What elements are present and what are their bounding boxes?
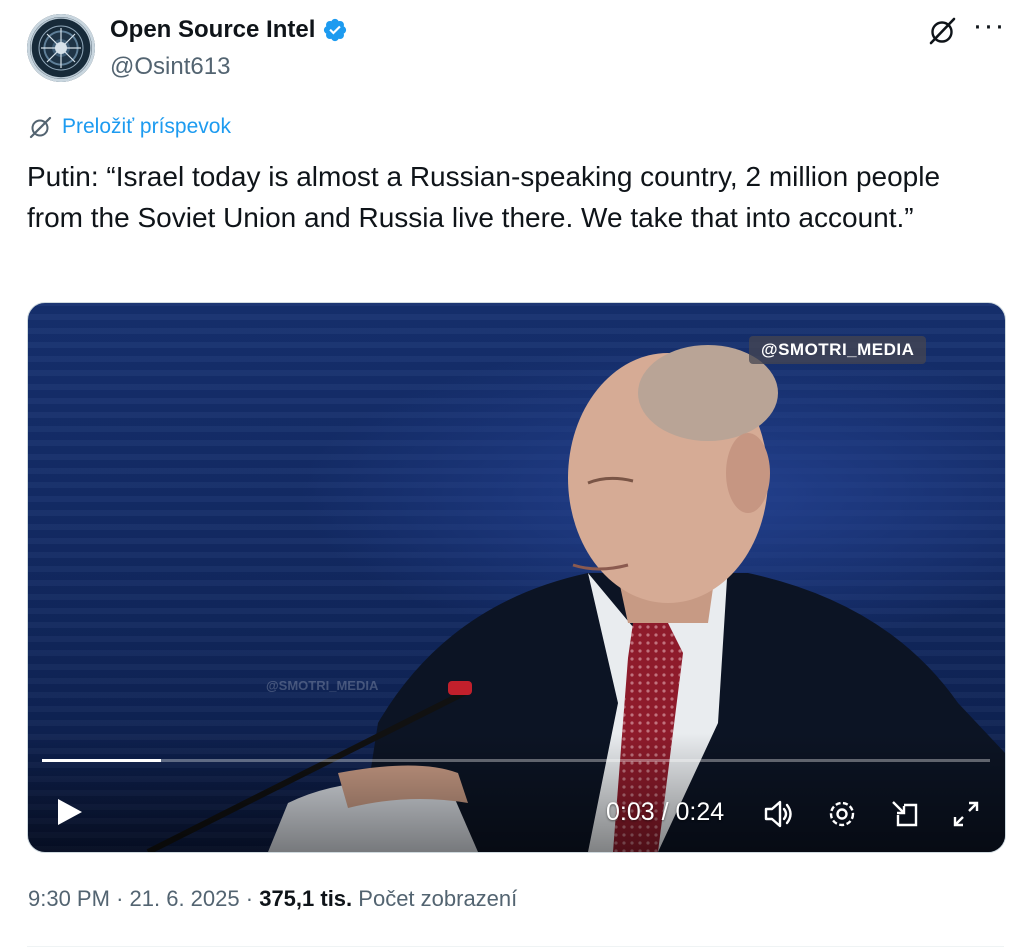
- tweet-header: Open Source Intel @Osint613 ···: [0, 0, 1024, 100]
- meta-separator: ·: [245, 886, 254, 911]
- picture-in-picture-icon[interactable]: [888, 797, 922, 831]
- translate-label: Preložiť príspevok: [62, 115, 231, 138]
- grok-translate-icon: [28, 114, 54, 140]
- tweet-date[interactable]: 21. 6. 2025: [130, 886, 240, 911]
- play-icon[interactable]: [52, 795, 86, 829]
- tweet-time[interactable]: 9:30 PM: [28, 886, 110, 911]
- views-count: 375,1 tis.: [259, 886, 353, 911]
- settings-gear-icon[interactable]: [825, 797, 859, 831]
- video-watermark-faint: @SMOTRI_MEDIA: [266, 678, 379, 693]
- fullscreen-icon[interactable]: [949, 797, 983, 831]
- views-label: Počet zobrazení: [358, 886, 518, 911]
- tweet-text: Putin: “Israel today is almost a Russian…: [27, 161, 941, 233]
- volume-icon[interactable]: [762, 797, 796, 831]
- translate-post-link[interactable]: Preložiť príspevok: [28, 112, 231, 142]
- grok-icon[interactable]: [926, 14, 960, 48]
- tweet-meta: 9:30 PM · 21. 6. 2025 · 375,1 tis. Počet…: [28, 884, 517, 914]
- verified-badge-icon: [322, 17, 348, 43]
- author-handle[interactable]: @Osint613: [110, 52, 230, 82]
- video-frame: [28, 345, 1005, 852]
- avatar[interactable]: [27, 14, 95, 82]
- divider: [27, 946, 1004, 947]
- meta-separator: ·: [116, 886, 124, 911]
- author-name-row: Open Source Intel: [110, 14, 348, 46]
- video-progress-fill: [42, 759, 161, 762]
- author-name[interactable]: Open Source Intel: [110, 14, 315, 46]
- video-progress-bar[interactable]: [42, 759, 990, 762]
- video-time-display: 0:03 / 0:24: [606, 798, 725, 826]
- osint-emblem-avatar: [30, 17, 92, 79]
- video-watermark: @SMOTRI_MEDIA: [749, 336, 927, 364]
- video-player[interactable]: @SMOTRI_MEDIA @SMOTRI_MEDIA 0:03 / 0:24: [27, 302, 1006, 853]
- more-horizontal-icon[interactable]: ···: [972, 11, 1006, 48]
